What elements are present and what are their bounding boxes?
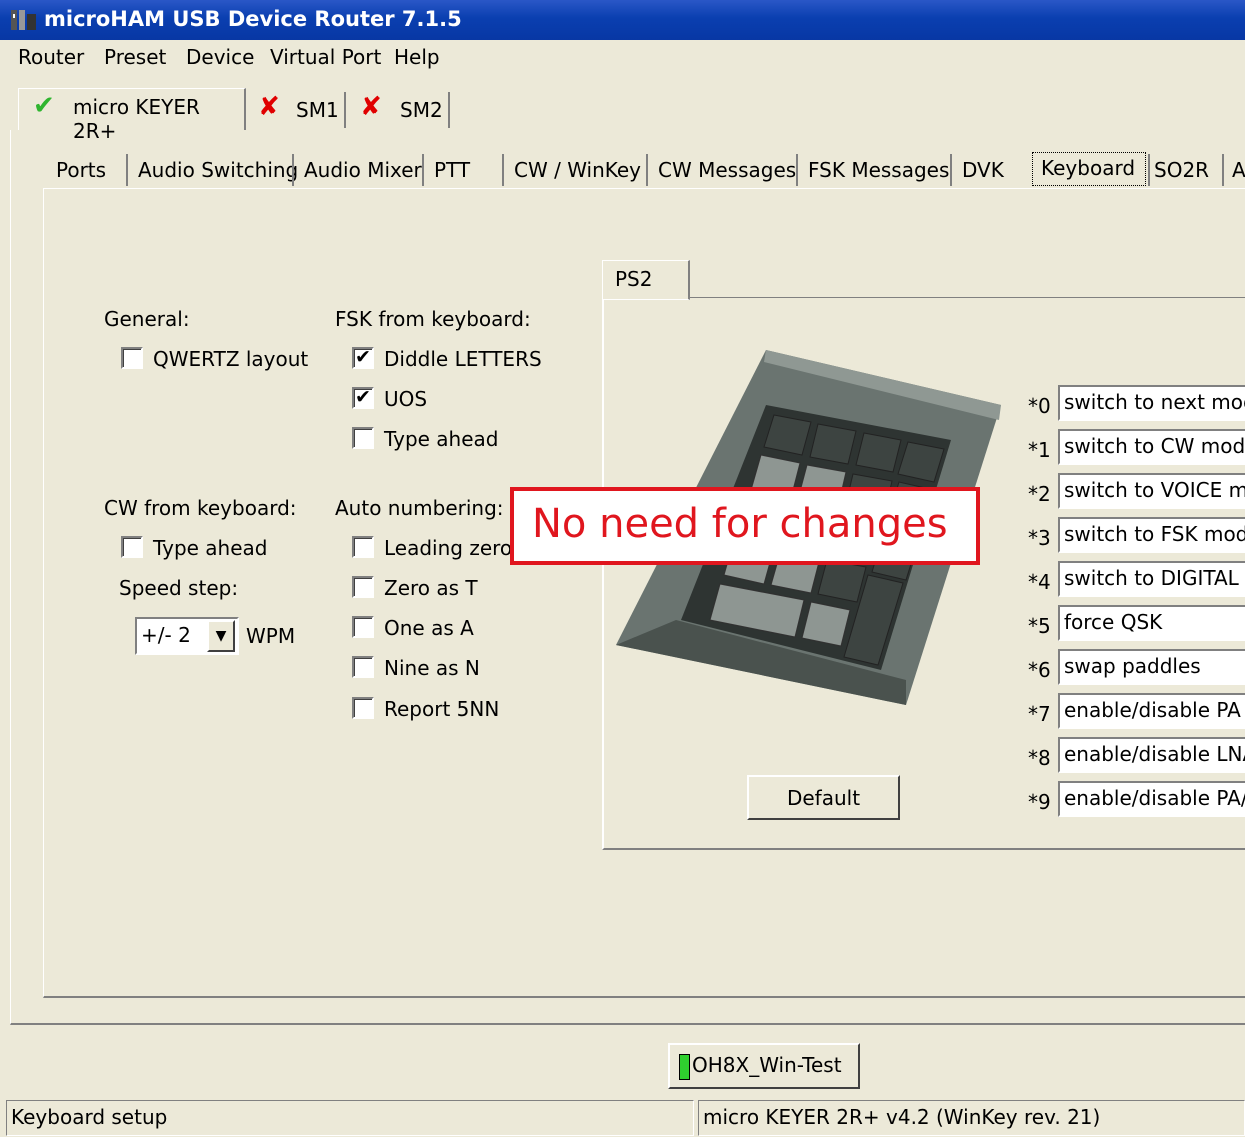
dropdown-arrow-icon[interactable]: ▼ [207,620,235,652]
cw-type-ahead-label: Type ahead [153,536,268,560]
fsk-type-ahead-label: Type ahead [384,427,499,451]
tab-fsk-messages[interactable]: FSK Messages [808,158,949,182]
tab-dvk[interactable]: DVK [962,158,1004,182]
nine-as-n-label: Nine as N [384,656,480,680]
tab-more[interactable]: A [1232,158,1245,182]
macro-field-1[interactable]: switch to CW mode [1058,429,1245,465]
macro-key-8: *8 [1028,746,1051,770]
macro-key-5: *5 [1028,614,1051,638]
general-heading: General: [104,307,190,331]
device-tab-sm1[interactable]: ✘ SM1 [248,92,346,128]
tab-cw-messages[interactable]: CW Messages [658,158,796,182]
macro-key-1: *1 [1028,438,1051,462]
macro-field-4[interactable]: switch to DIGITAL mode [1058,561,1245,597]
speed-step-value: +/- 2 [141,623,191,647]
menu-preset[interactable]: Preset [104,45,166,69]
cw-type-ahead-checkbox[interactable] [121,536,143,558]
zero-as-t-checkbox[interactable] [352,576,374,598]
menu-device[interactable]: Device [186,45,254,69]
macro-key-9: *9 [1028,790,1051,814]
speed-step-label: Speed step: [119,576,239,600]
window-title: microHAM USB Device Router 7.1.5 [44,7,462,31]
macro-field-0[interactable]: switch to next mode [1058,385,1245,421]
tab-keyboard[interactable]: Keyboard [1032,152,1146,186]
macro-key-3: *3 [1028,526,1051,550]
diddle-label: Diddle LETTERS [384,347,542,371]
menu-help[interactable]: Help [394,45,440,69]
tab-ps2[interactable]: PS2 [602,260,690,300]
tab-so2r[interactable]: SO2R [1154,158,1209,182]
macro-field-2[interactable]: switch to VOICE mode [1058,473,1245,509]
tab-strip: Ports Audio Switching Audio Mixer PTT CW… [44,150,1245,188]
report-5nn-label: Report 5NN [384,697,500,721]
macro-key-7: *7 [1028,702,1051,726]
macro-field-7[interactable]: enable/disable PA PTT [1058,693,1245,729]
preset-button-label: OH8X_Win-Test [692,1053,842,1077]
device-tab-mk2r[interactable]: ✔ micro KEYER 2R+ [18,88,246,143]
ps2-tab-label: PS2 [615,267,653,291]
auto-numbering-heading: Auto numbering: [335,496,504,520]
qwertz-checkbox[interactable] [121,347,143,369]
speed-step-select[interactable]: +/- 2 ▼ [135,617,239,655]
macro-key-4: *4 [1028,570,1051,594]
macro-key-6: *6 [1028,658,1051,682]
tab-audio-mixer[interactable]: Audio Mixer [304,158,422,182]
macro-field-3[interactable]: switch to FSK mode [1058,517,1245,553]
menu-virtual-port[interactable]: Virtual Port [270,45,381,69]
one-as-a-label: One as A [384,616,474,640]
macro-field-5[interactable]: force QSK [1058,605,1245,641]
device-tab-label: SM1 [296,98,339,122]
preset-button[interactable]: OH8X_Win-Test [668,1043,860,1089]
report-5nn-checkbox[interactable] [352,697,374,719]
qwertz-label: QWERTZ layout [153,347,309,371]
macro-field-8[interactable]: enable/disable LNA PTT [1058,737,1245,773]
menu-router[interactable]: Router [18,45,84,69]
uos-checkbox[interactable] [352,386,374,409]
macro-field-9[interactable]: enable/disable PA/LNA [1058,781,1245,817]
uos-label: UOS [384,387,428,411]
fsk-type-ahead-checkbox[interactable] [352,427,374,449]
macro-key-2: *2 [1028,482,1051,506]
fsk-heading: FSK from keyboard: [335,307,531,331]
wpm-label: WPM [246,624,296,648]
status-led-icon [679,1054,690,1080]
default-button[interactable]: Default [747,775,900,820]
tab-cw-winkey[interactable]: CW / WinKey [514,158,641,182]
tab-ptt[interactable]: PTT [434,158,470,182]
device-tab-sm2[interactable]: ✘ SM2 [350,92,450,128]
nine-as-n-checkbox[interactable] [352,656,374,678]
tab-ports[interactable]: Ports [56,158,106,182]
leading-zero-checkbox[interactable] [352,536,374,558]
cw-heading: CW from keyboard: [104,496,297,520]
device-tab-label: SM2 [400,98,443,122]
macro-key-0: *0 [1028,394,1051,418]
zero-as-t-label: Zero as T [384,576,478,600]
diddle-checkbox[interactable] [352,346,374,369]
title-bar[interactable]: microHAM USB Device Router 7.1.5 [0,0,1245,40]
check-icon: ✔ [33,91,55,121]
one-as-a-checkbox[interactable] [352,616,374,638]
annotation-callout: No need for changes [510,487,980,565]
error-x-icon: ✘ [258,92,280,122]
leading-zero-label: Leading zero [384,536,513,560]
tab-audio-switching[interactable]: Audio Switching [138,158,298,182]
app-icon [11,10,36,30]
status-right: micro KEYER 2R+ v4.2 (WinKey rev. 21) [698,1100,1245,1136]
macro-field-6[interactable]: swap paddles [1058,649,1245,685]
status-left: Keyboard setup [6,1100,694,1136]
error-x-icon: ✘ [360,92,382,122]
